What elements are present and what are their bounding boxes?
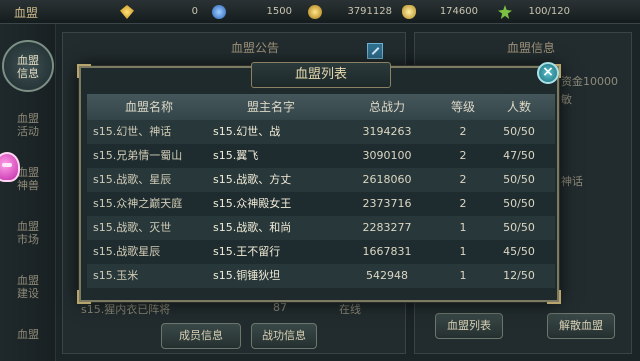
- clan-info-title: 血盟信息: [507, 41, 556, 55]
- member-row-level: 87: [273, 301, 287, 314]
- member-row-name: s15.猩内衣已阵将: [81, 303, 171, 316]
- disband-clan-button[interactable]: 解散血盟: [547, 313, 615, 339]
- leader-name-cell: s15.众神殿女王: [213, 197, 292, 210]
- level-cell: 1: [459, 269, 467, 282]
- table-header: 血盟名称 盟主名字 总战力 等级 人数: [87, 94, 555, 120]
- dialog-title: 血盟列表: [251, 62, 391, 88]
- column-header-members: 人数: [506, 100, 531, 114]
- leader-name-cell: s15.幻世、战: [213, 125, 281, 138]
- level-cell: 2: [459, 173, 467, 186]
- side-tab-label: 血盟信息: [17, 54, 39, 80]
- power-cell: 542948: [366, 269, 408, 282]
- power-cell: 3194263: [362, 125, 412, 138]
- power-cell: 2373716: [362, 197, 412, 210]
- clan-list-button[interactable]: 血盟列表: [435, 313, 503, 339]
- leader-name-cell: s15.翼飞: [213, 149, 259, 162]
- table-row[interactable]: s15.幻世、神话 s15.幻世、战 3194263 2 50/50: [87, 120, 555, 144]
- contribution-info-button[interactable]: 战功信息: [251, 323, 317, 349]
- level-cell: 2: [459, 197, 467, 210]
- table-row[interactable]: s15.兄弟情一蜀山 s15.翼飞 3090100 2 47/50: [87, 144, 555, 168]
- power-cell: 2283277: [362, 221, 412, 234]
- members-cell: 50/50: [503, 173, 535, 186]
- side-tab-clan-info[interactable]: 血盟信息: [2, 40, 54, 92]
- crystal-count: 1500: [266, 6, 292, 17]
- ingot-count: 174600: [439, 6, 478, 17]
- side-tab-label: 血盟活动: [17, 112, 39, 138]
- table-row[interactable]: s15.战歌星辰 s15.王不留行 1667831 1 45/50: [87, 240, 555, 264]
- side-tab-label: 血盟: [17, 328, 39, 341]
- energy-resource: 100/120: [498, 3, 570, 21]
- level-cell: 1: [459, 245, 467, 258]
- members-cell: 12/50: [503, 269, 535, 282]
- gold-ingot-icon: [402, 5, 416, 19]
- clan-name-cell: s15.幻世、神话: [93, 125, 172, 138]
- level-cell: 2: [459, 125, 467, 138]
- side-tab-clan-more[interactable]: 血盟: [4, 318, 52, 361]
- leader-name-cell: s15.王不留行: [213, 245, 281, 258]
- member-row-status: 在线: [339, 303, 361, 316]
- side-tab-clan-build[interactable]: 血盟建设: [4, 264, 52, 310]
- corner-ornament: [77, 64, 91, 78]
- clan-fund-text: 资金10000: [561, 75, 618, 88]
- clan-name-cell: s15.战歌星辰: [93, 245, 161, 258]
- member-info-button[interactable]: 成员信息: [161, 323, 241, 349]
- side-tab-label: 血盟市场: [17, 220, 39, 246]
- column-header-leader: 盟主名字: [246, 100, 295, 114]
- diamond-icon: [120, 5, 134, 19]
- column-header-clan-name: 血盟名称: [124, 100, 173, 114]
- diamond-resource: 0: [120, 3, 198, 21]
- members-cell: 50/50: [503, 221, 535, 234]
- clan-list-dialog: 血盟列表 × 血盟名称 盟主名字 总战力 等级 人数 s15.幻世、神话 s15…: [77, 62, 561, 304]
- crystal-icon: [212, 5, 226, 19]
- level-cell: 1: [459, 221, 467, 234]
- members-cell: 45/50: [503, 245, 535, 258]
- clan-name-cell: s15.玉米: [93, 269, 139, 282]
- diamond-count: 0: [191, 6, 198, 17]
- energy-icon: [498, 5, 512, 19]
- screen-title: 血盟: [14, 6, 39, 20]
- power-cell: 1667831: [362, 245, 412, 258]
- level-cell: 2: [459, 149, 467, 162]
- column-header-level: 等级: [450, 100, 475, 114]
- clan-name-cell: s15.兄弟情一蜀山: [93, 149, 183, 162]
- clan-side-menu: 血盟信息 血盟活动 血盟神兽 血盟市场 血盟建设 血盟: [0, 24, 56, 361]
- members-cell: 47/50: [503, 149, 535, 162]
- leader-name-cell: s15.铜锤狄坦: [213, 269, 281, 282]
- clan-name-cell: s15.众神之巅天庭: [93, 197, 183, 210]
- side-tab-clan-market[interactable]: 血盟市场: [4, 210, 52, 256]
- table-row[interactable]: s15.玉米 s15.铜锤狄坦 542948 1 12/50: [87, 264, 555, 288]
- members-cell: 50/50: [503, 125, 535, 138]
- members-cell: 50/50: [503, 197, 535, 210]
- table-row[interactable]: s15.战歌、灭世 s15.战歌、和尚 2283277 1 50/50: [87, 216, 555, 240]
- gold-resource: 3791128: [308, 3, 392, 21]
- leader-name-cell: s15.战歌、和尚: [213, 221, 292, 234]
- clan-name-cell: s15.战歌、星辰: [93, 173, 172, 186]
- power-cell: 2618060: [362, 173, 412, 186]
- gold-coin-icon: [308, 5, 322, 19]
- top-resource-bar: 血盟 0 1500 3791128 174600 100/120: [0, 0, 640, 24]
- energy-count: 100/120: [528, 6, 570, 17]
- clan-table: 血盟名称 盟主名字 总战力 等级 人数 s15.幻世、神话 s15.幻世、战 3…: [87, 94, 555, 298]
- clan-name-partial-text: 神话: [561, 175, 583, 188]
- clan-info-partial-text: 敏: [561, 93, 572, 106]
- clan-name-cell: s15.战歌、灭世: [93, 221, 172, 234]
- leader-name-cell: s15.战歌、方丈: [213, 173, 292, 186]
- close-button[interactable]: ×: [537, 62, 559, 84]
- crystal-resource: 1500: [212, 3, 292, 21]
- side-tab-label: 血盟建设: [17, 274, 39, 300]
- side-tab-clan-activity[interactable]: 血盟活动: [4, 102, 52, 148]
- table-row[interactable]: s15.战歌、星辰 s15.战歌、方丈 2618060 2 50/50: [87, 168, 555, 192]
- table-row[interactable]: s15.众神之巅天庭 s15.众神殿女王 2373716 2 50/50: [87, 192, 555, 216]
- edit-icon[interactable]: [367, 43, 383, 59]
- announcement-title: 血盟公告: [231, 41, 280, 55]
- power-cell: 3090100: [362, 149, 412, 162]
- gold-count: 3791128: [347, 6, 392, 17]
- column-header-power: 总战力: [368, 100, 405, 114]
- ingot-resource: 174600: [402, 3, 478, 21]
- mascot-icon[interactable]: [0, 152, 20, 182]
